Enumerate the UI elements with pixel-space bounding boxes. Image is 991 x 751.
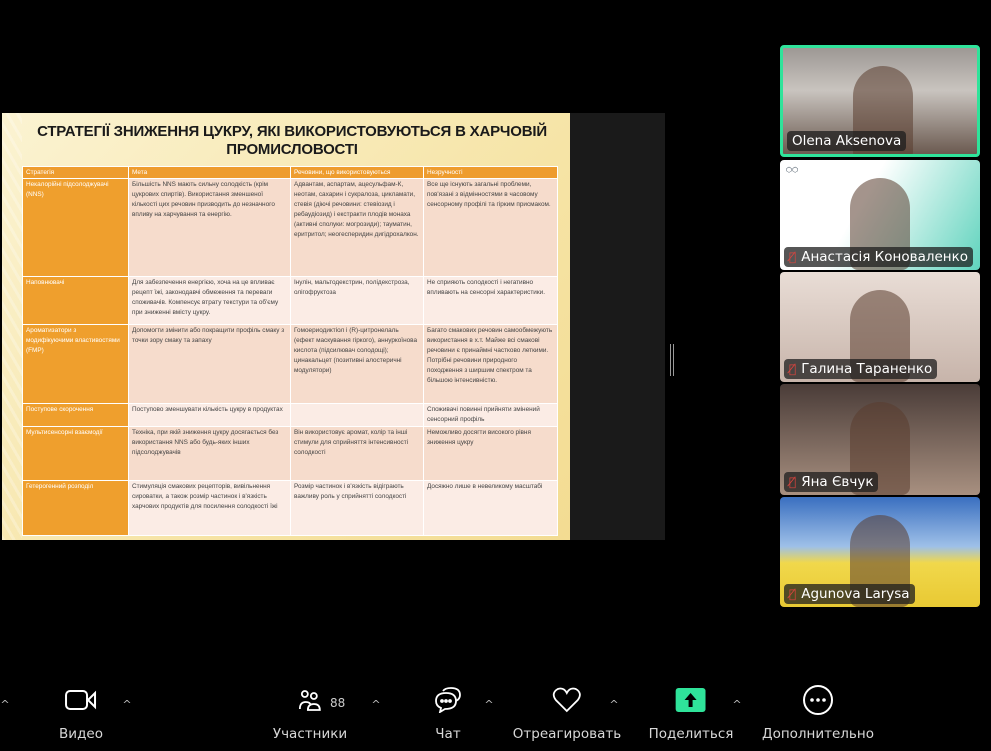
- share-arrow-icon: [649, 680, 734, 720]
- table-row: Поступове скорочення Поступово зменшувати…: [22, 403, 558, 427]
- muted-microphone-icon: 🎙̸: [789, 362, 797, 376]
- muted-microphone-icon: 🎙̸: [789, 250, 797, 264]
- table-cell: Більшість NNS мають сильну солодкість (к…: [128, 178, 291, 277]
- share-screen-button[interactable]: Поделиться: [649, 680, 734, 742]
- participant-name-bar: 🎙̸ Agunova Larysa: [784, 584, 915, 604]
- participant-name-bar: 🎙̸ Яна Євчук: [784, 472, 879, 492]
- meeting-toolbar: ^ Видео ^ Участники 88 ^ Чат ^ Отреагиро…: [0, 680, 991, 751]
- table-cell: Допомогти змінити або покращити профіль …: [128, 324, 291, 404]
- muted-microphone-icon: 🎙̸: [789, 587, 797, 601]
- table-row: Ароматизатори з модифікуючими властивост…: [22, 324, 558, 404]
- column-header: Незручності: [423, 166, 558, 179]
- table-cell: Інулін, мальтодекстрин, полідекстроза, о…: [290, 276, 424, 325]
- table-cell: Все ще існують загальні проблеми, пов'яз…: [423, 178, 558, 277]
- participant-name: Яна Євчук: [801, 474, 874, 490]
- participant-name: Галина Тараненко: [801, 361, 933, 377]
- novelfood-logo: ⬡⬡: [786, 166, 799, 174]
- more-dots-icon: [762, 680, 874, 720]
- participant-name-bar: Olena Aksenova: [787, 131, 907, 151]
- participant-video-tile[interactable]: 🎙̸ Яна Євчук: [780, 384, 980, 495]
- column-header: Стратегія: [22, 166, 129, 179]
- participant-video-tile[interactable]: ⬡⬡ 🎙̸ Анастасія Коноваленко: [780, 160, 980, 270]
- participant-name: Agunova Larysa: [801, 586, 910, 602]
- participant-name-bar: 🎙̸ Анастасія Коноваленко: [784, 247, 974, 267]
- table-cell: Поступово зменшувати кількість цукру в п…: [128, 403, 291, 427]
- audio-options-caret[interactable]: ^: [0, 698, 9, 711]
- chat-icon: [434, 680, 462, 720]
- table-row: Мультисенсорні взаємодії Техніка, при які…: [22, 426, 558, 481]
- strategies-table: Стратегія Мета Речовини, що використовують…: [22, 166, 558, 536]
- participant-video-tile[interactable]: Olena Aksenova: [780, 45, 980, 157]
- table-cell: Багато смакових речовин самообмежують ви…: [423, 324, 558, 404]
- muted-microphone-icon: 🎙̸: [789, 475, 797, 489]
- table-cell: Неможливо досягти високого рівня зниженн…: [423, 426, 558, 481]
- table-row: Некалорійні підсолоджувачі (NNS) Більшіст…: [22, 178, 558, 277]
- table-cell: Він використовує аромат, колір та інші с…: [290, 426, 424, 481]
- table-cell: Наповнювачі: [22, 276, 129, 325]
- react-options-caret[interactable]: ^: [609, 698, 618, 711]
- heart-icon: [513, 680, 621, 720]
- video-button[interactable]: Видео: [59, 680, 103, 742]
- participants-button[interactable]: Участники: [273, 680, 347, 742]
- chat-button[interactable]: Чат: [434, 680, 462, 742]
- react-button[interactable]: Отреагировать: [513, 680, 621, 742]
- participant-name-bar: 🎙̸ Галина Тараненко: [784, 359, 938, 379]
- video-options-caret[interactable]: ^: [122, 698, 131, 711]
- panel-resize-handle[interactable]: [670, 344, 674, 376]
- chat-options-caret[interactable]: ^: [484, 698, 493, 711]
- table-cell: Адвантам, аспартам, ацесульфам-К, неотам…: [290, 178, 424, 277]
- table-cell: Досяжно лише в невеликому масштабі: [423, 480, 558, 536]
- participant-video-tile[interactable]: 🎙̸ Галина Тараненко: [780, 272, 980, 382]
- participant-video-tile[interactable]: 🎙̸ Agunova Larysa: [780, 497, 980, 607]
- table-cell: Ароматизатори з модифікуючими властивост…: [22, 324, 129, 404]
- table-cell: Мультисенсорні взаємодії: [22, 426, 129, 481]
- participant-name: Olena Aksenova: [792, 133, 902, 149]
- table-cell: Некалорійні підсолоджувачі (NNS): [22, 178, 129, 277]
- table-cell: Техніка, при якій зниження цукру досягає…: [128, 426, 291, 481]
- participant-name: Анастасія Коноваленко: [801, 249, 969, 265]
- column-header: Речовини, що використовуються: [290, 166, 424, 179]
- column-header: Мета: [128, 166, 291, 179]
- table-cell: Для забезпечення енергією, хоча на це вп…: [128, 276, 291, 325]
- table-cell: [290, 403, 424, 427]
- table-row: Гетерогенний розподіл Стимуляція смакових…: [22, 480, 558, 536]
- table-cell: Не сприяють солодкості і негативно вплив…: [423, 276, 558, 325]
- table-cell: Гомоериодиктіол і (R)-цитронелаль (ефект…: [290, 324, 424, 404]
- more-button[interactable]: Дополнительно: [762, 680, 874, 742]
- table-cell: Гетерогенний розподіл: [22, 480, 129, 536]
- table-cell: Розмір частинок і в'язкість відіграють в…: [290, 480, 424, 536]
- table-cell: Споживачі повинні прийняти змінений сенс…: [423, 403, 558, 427]
- slide-title: СТРАТЕГІЇ ЗНИЖЕННЯ ЦУКРУ, ЯКІ ВИКОРИСТОВ…: [37, 123, 547, 158]
- shared-screen: СТРАТЕГІЇ ЗНИЖЕННЯ ЦУКРУ, ЯКІ ВИКОРИСТОВ…: [2, 113, 665, 540]
- participants-count: 88: [330, 696, 346, 710]
- table-row: Наповнювачі Для забезпечення енергією, хо…: [22, 276, 558, 325]
- table-cell: Поступове скорочення: [22, 403, 129, 427]
- presentation-slide: СТРАТЕГІЇ ЗНИЖЕННЯ ЦУКРУ, ЯКІ ВИКОРИСТОВ…: [2, 113, 570, 540]
- table-cell: Стимуляція смакових рецепторів, вивільне…: [128, 480, 291, 536]
- share-options-caret[interactable]: ^: [732, 698, 741, 711]
- participants-options-caret[interactable]: ^: [371, 698, 380, 711]
- video-camera-icon: [59, 680, 103, 720]
